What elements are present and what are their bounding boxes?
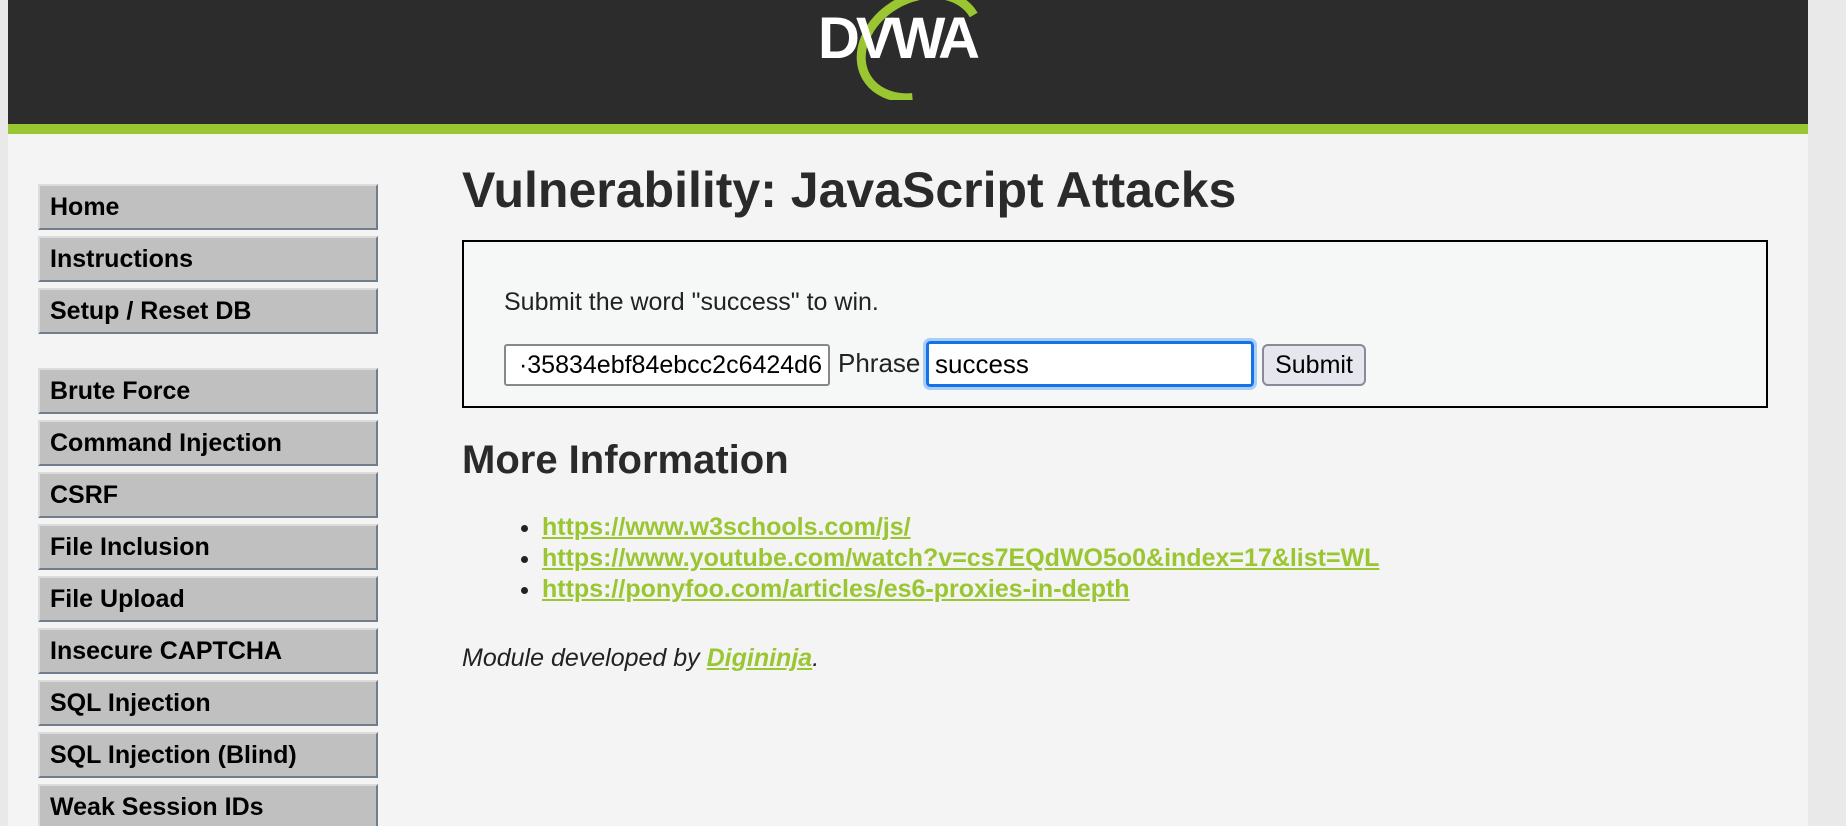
credit-suffix: .: [812, 644, 820, 672]
sidebar-item-home[interactable]: Home: [38, 184, 378, 230]
instruction-text: Submit the word "success" to win.: [504, 288, 879, 316]
dvwa-logo-icon: DVWA: [818, 0, 985, 104]
page-container: DVWA Home Instructions Setup / Reset DB …: [8, 0, 1808, 826]
sidebar-item-insecure-captcha[interactable]: Insecure CAPTCHA: [38, 628, 378, 674]
main-body: Vulnerability: JavaScript Attacks Submit…: [462, 158, 1782, 672]
dvwa-logo[interactable]: DVWA: [802, 0, 1022, 104]
sidebar-item-sql-injection[interactable]: SQL Injection: [38, 680, 378, 726]
module-credit: Module developed by Digininja.: [462, 644, 819, 673]
link-youtube[interactable]: https://www.youtube.com/watch?v=cs7EQdWO…: [542, 544, 1379, 572]
link-ponyfoo[interactable]: https://ponyfoo.com/articles/es6-proxies…: [542, 575, 1130, 603]
sidebar-item-csrf[interactable]: CSRF: [38, 472, 378, 518]
sidebar-item-brute-force[interactable]: Brute Force: [38, 368, 378, 414]
sidebar-group-vulnerabilities: Brute Force Command Injection CSRF File …: [38, 368, 382, 826]
phrase-label: Phrase: [838, 348, 921, 378]
credit-author-link[interactable]: Digininja: [707, 644, 813, 672]
sidebar-group-general: Home Instructions Setup / Reset DB: [38, 184, 382, 334]
list-item: https://ponyfoo.com/articles/es6-proxies…: [542, 574, 1379, 605]
phrase-input[interactable]: success: [923, 338, 1257, 390]
sidebar-item-command-injection[interactable]: Command Injection: [38, 420, 378, 466]
vulnerable-code-area: Submit the word "success" to win. ·35834…: [462, 240, 1768, 408]
sidebar-item-file-inclusion[interactable]: File Inclusion: [38, 524, 378, 570]
reference-links: https://www.w3schools.com/js/ https://ww…: [500, 512, 1379, 605]
sidebar-item-sql-injection-blind[interactable]: SQL Injection (Blind): [38, 732, 378, 778]
sidebar-item-weak-session-ids[interactable]: Weak Session IDs: [38, 784, 378, 826]
submit-button[interactable]: Submit: [1262, 344, 1366, 386]
more-information-heading: More Information: [462, 438, 789, 482]
credit-prefix: Module developed by: [462, 644, 707, 672]
sidebar-menu: Home Instructions Setup / Reset DB Brute…: [38, 184, 382, 826]
page-title: Vulnerability: JavaScript Attacks: [462, 162, 1237, 218]
list-item: https://www.youtube.com/watch?v=cs7EQdWO…: [542, 543, 1379, 574]
list-item: https://www.w3schools.com/js/: [542, 512, 1379, 543]
scrollbar-gutter: [1808, 0, 1846, 826]
token-value: ·35834ebf84ebcc2c6424d6: [518, 351, 822, 379]
sidebar-item-setup-reset-db[interactable]: Setup / Reset DB: [38, 288, 378, 334]
svg-text:DVWA: DVWA: [818, 6, 979, 71]
sidebar-item-instructions[interactable]: Instructions: [38, 236, 378, 282]
sidebar-item-file-upload[interactable]: File Upload: [38, 576, 378, 622]
header: DVWA: [8, 0, 1808, 134]
link-w3schools[interactable]: https://www.w3schools.com/js/: [542, 513, 911, 541]
token-input[interactable]: ·35834ebf84ebcc2c6424d6: [504, 344, 830, 386]
